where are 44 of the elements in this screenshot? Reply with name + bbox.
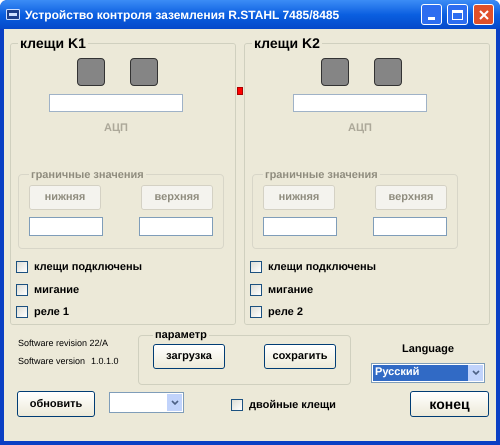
exit-button[interactable]: конец xyxy=(410,391,489,417)
checkbox-label: клещи подключены xyxy=(34,260,142,275)
status-lamp xyxy=(130,58,158,86)
adc-field[interactable] xyxy=(49,94,183,112)
checkbox[interactable] xyxy=(250,306,262,318)
parameter-button[interactable]: загрузка xyxy=(153,344,225,368)
checkbox[interactable] xyxy=(16,261,28,274)
checkbox[interactable] xyxy=(16,284,28,296)
status-lamp xyxy=(374,58,402,86)
status-lamp xyxy=(320,58,348,86)
port-select[interactable] xyxy=(109,392,184,412)
window-title: Устройство контроля заземления R.STAHL 7485/8485 xyxy=(25,6,340,24)
app-icon xyxy=(6,9,20,20)
checkbox-label: реле 1 xyxy=(34,305,69,320)
status-lamp xyxy=(76,58,104,86)
software-version-label: Software version xyxy=(18,354,86,368)
adc-label: АЦП xyxy=(348,121,373,136)
checkbox-label: мигание xyxy=(34,282,80,298)
checkbox[interactable] xyxy=(250,261,262,274)
group-title: клещи K1 xyxy=(19,34,87,53)
adc-field[interactable] xyxy=(293,94,427,112)
checkbox-label: мигание xyxy=(268,282,314,298)
group-title: клещи K2 xyxy=(253,34,321,53)
close-button[interactable] xyxy=(473,4,494,25)
checkbox[interactable] xyxy=(250,284,262,296)
maximize-button[interactable] xyxy=(447,4,468,25)
adc-label: АЦП xyxy=(104,121,129,136)
checkbox[interactable] xyxy=(231,399,243,411)
checkbox[interactable] xyxy=(16,306,28,318)
checkbox-label: двойные клещи xyxy=(249,398,336,413)
limits-title: граничные значения xyxy=(264,168,379,182)
language-label: Language xyxy=(402,342,454,357)
software-version: 1.0.1.0 xyxy=(91,354,119,368)
close-icon xyxy=(478,10,488,20)
limits-title: граничные значения xyxy=(30,168,145,182)
indicator-light xyxy=(237,87,243,95)
parameter-title: параметр xyxy=(154,328,208,343)
checkbox-label: клещи подключены xyxy=(268,260,376,275)
minimize-button[interactable] xyxy=(421,4,442,25)
parameter-button[interactable]: сохрагить xyxy=(264,344,336,368)
checkbox-label: реле 2 xyxy=(268,305,303,320)
refresh-button[interactable]: обновить xyxy=(17,391,95,417)
language-select[interactable]: Русский xyxy=(371,362,485,382)
software-revision: Software revision 22/A xyxy=(18,337,110,350)
